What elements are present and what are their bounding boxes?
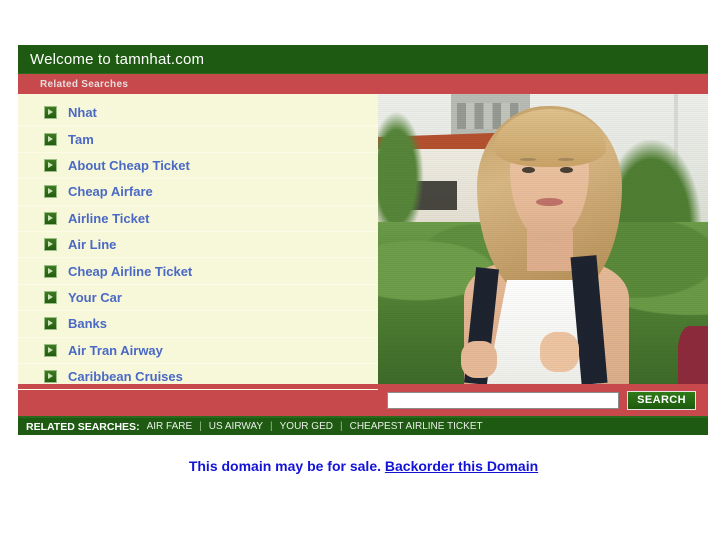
list-item-label: Cheap Airline Ticket xyxy=(68,263,193,279)
backorder-domain-link[interactable]: Backorder this Domain xyxy=(385,458,538,474)
list-item[interactable]: Nhat xyxy=(18,100,378,127)
arrow-bullet-icon xyxy=(44,158,57,172)
arrow-bullet-icon xyxy=(44,185,57,199)
arrow-bullet-icon xyxy=(44,290,57,304)
list-item[interactable]: Air Line xyxy=(18,232,378,259)
search-button[interactable]: SEARCH xyxy=(627,390,696,410)
footer-term[interactable]: YOUR GED xyxy=(280,421,333,432)
for-sale-text: This domain may be for sale. xyxy=(188,458,381,474)
arrow-bullet-icon xyxy=(44,132,57,146)
list-item-label: Your Car xyxy=(68,289,122,305)
list-item-label: Air Line xyxy=(68,237,117,253)
list-item[interactable]: Caribbean Cruises xyxy=(18,364,378,391)
arrow-bullet-icon xyxy=(44,211,57,225)
photo-mouth xyxy=(536,198,563,206)
hero-photo xyxy=(378,94,708,384)
list-item[interactable]: Cheap Airline Ticket xyxy=(18,258,378,285)
related-searches-label: Related Searches xyxy=(40,78,129,90)
footer-term[interactable]: AIR FARE xyxy=(147,421,193,432)
footer-term[interactable]: US AIRWAY xyxy=(209,421,263,432)
page-root: Welcome to tamnhat.com Related Searches … xyxy=(0,0,727,545)
site-title-bar: Welcome to tamnhat.com xyxy=(18,45,708,73)
photo-brow-left xyxy=(519,157,537,161)
arrow-bullet-icon xyxy=(44,106,57,120)
arrow-bullet-icon xyxy=(44,238,57,252)
photo-backpack-side xyxy=(678,326,708,384)
related-links-list: Nhat Tam About Cheap Ticket Cheap Airfar… xyxy=(18,94,378,391)
footer-separator: | xyxy=(199,421,202,432)
list-item[interactable]: Cheap Airfare xyxy=(18,179,378,206)
list-item[interactable]: Tam xyxy=(18,126,378,153)
list-item[interactable]: Air Tran Airway xyxy=(18,338,378,364)
arrow-bullet-icon xyxy=(44,264,57,278)
photo-hand-right xyxy=(539,331,580,373)
footer-term[interactable]: CHEAPEST AIRLINE TICKET xyxy=(350,421,483,432)
list-item[interactable]: Banks xyxy=(18,311,378,338)
related-searches-footer: RELATED SEARCHES: AIR FARE | US AIRWAY |… xyxy=(18,416,708,435)
list-item-label: Nhat xyxy=(68,105,97,121)
search-input[interactable] xyxy=(387,391,620,409)
related-searches-header: Related Searches xyxy=(18,73,708,94)
list-item[interactable]: Airline Ticket xyxy=(18,206,378,232)
domain-for-sale-notice: This domain may be for sale. Backorder t… xyxy=(0,458,727,474)
arrow-bullet-icon xyxy=(44,370,57,384)
list-item-label: Airline Ticket xyxy=(68,210,150,226)
page-title: Welcome to tamnhat.com xyxy=(30,50,205,68)
footer-label: RELATED SEARCHES: xyxy=(26,420,140,433)
list-item[interactable]: Your Car xyxy=(18,285,378,312)
list-item-label: Banks xyxy=(68,316,108,332)
footer-separator: | xyxy=(270,421,273,432)
list-item-label: Air Tran Airway xyxy=(68,342,163,358)
footer-separator: | xyxy=(339,421,343,432)
parked-domain-panel: Welcome to tamnhat.com Related Searches … xyxy=(18,45,708,435)
content-row: Nhat Tam About Cheap Ticket Cheap Airfar… xyxy=(18,94,708,391)
arrow-bullet-icon xyxy=(44,343,57,357)
photo-brow-right xyxy=(557,157,575,161)
list-item-label: Caribbean Cruises xyxy=(68,369,183,385)
list-item[interactable]: About Cheap Ticket xyxy=(18,153,378,180)
list-item-label: Cheap Airfare xyxy=(68,184,153,200)
list-item-label: About Cheap Ticket xyxy=(68,157,190,173)
photo-hand-left xyxy=(460,340,497,379)
arrow-bullet-icon xyxy=(44,317,57,331)
list-item-label: Tam xyxy=(68,131,94,147)
